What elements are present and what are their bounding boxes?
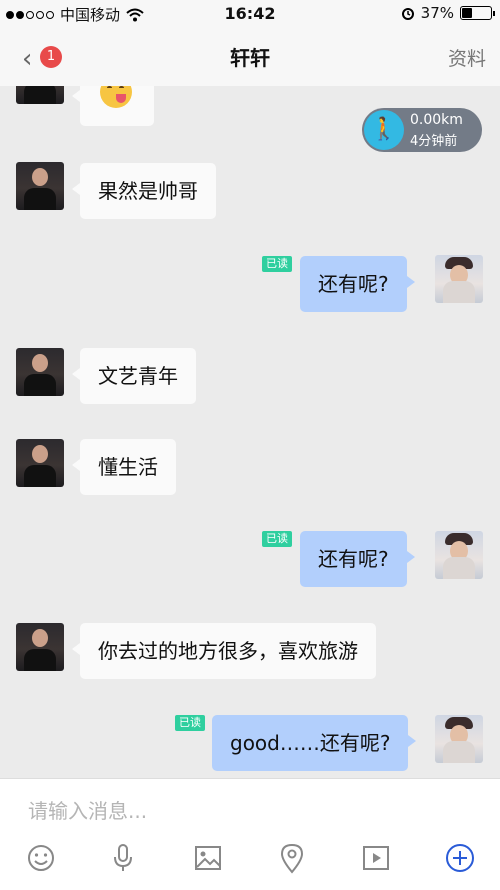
my-avatar[interactable] <box>435 531 483 579</box>
page-title: 轩轩 <box>230 46 270 70</box>
alarm-icon <box>401 8 414 20</box>
microphone-icon[interactable] <box>106 841 140 875</box>
contact-avatar[interactable] <box>16 348 64 396</box>
emoji-tongue-icon <box>100 86 132 108</box>
battery-icon <box>460 6 495 20</box>
contact-avatar[interactable] <box>16 162 64 210</box>
location-pin-icon[interactable] <box>275 841 309 875</box>
message-bubble[interactable]: 文艺青年 <box>72 348 196 404</box>
battery-group: 37% <box>401 4 495 22</box>
contact-avatar[interactable] <box>16 86 64 104</box>
nav-bar: ‹ 1 轩轩 资料 <box>0 28 500 86</box>
location-time: 4分钟前 <box>410 134 458 149</box>
message-bubble[interactable]: 还有呢? <box>300 531 415 587</box>
read-receipt: 已读 <box>262 531 292 547</box>
contact-avatar[interactable] <box>16 623 64 671</box>
message-bubble[interactable]: good……还有呢? <box>212 715 417 771</box>
image-icon[interactable] <box>191 841 225 875</box>
battery-percent: 37% <box>420 4 454 22</box>
walking-icon: 🚶 <box>364 110 404 150</box>
location-card[interactable]: 🚶 0.00km 4分钟前 <box>362 108 482 152</box>
status-bar: 中国移动 16:42 37% <box>0 0 500 28</box>
location-distance: 0.00km <box>410 112 463 128</box>
message-input[interactable]: 请输入消息... <box>28 795 147 824</box>
read-receipt: 已读 <box>175 715 205 731</box>
composer: 请输入消息... <box>0 778 500 890</box>
read-receipt: 已读 <box>262 256 292 272</box>
plus-icon[interactable] <box>443 841 477 875</box>
video-icon[interactable] <box>359 841 393 875</box>
my-avatar[interactable] <box>435 255 483 303</box>
my-avatar[interactable] <box>435 715 483 763</box>
message-bubble[interactable]: 还有呢? <box>300 256 415 312</box>
message-bubble[interactable]: 你去过的地方很多，喜欢旅游 <box>72 623 376 679</box>
emoji-icon[interactable] <box>24 841 58 875</box>
chat-list[interactable]: 🚶 0.00km 4分钟前 果然是帅哥 已读 还有呢? 文艺青年 懂生活 已读 … <box>0 86 500 778</box>
profile-button[interactable]: 资料 <box>448 44 486 71</box>
composer-toolbar <box>0 841 500 881</box>
message-bubble[interactable]: 懂生活 <box>72 439 176 495</box>
emoji-message-bubble[interactable] <box>72 86 154 126</box>
contact-avatar[interactable] <box>16 439 64 487</box>
message-bubble[interactable]: 果然是帅哥 <box>72 163 216 219</box>
